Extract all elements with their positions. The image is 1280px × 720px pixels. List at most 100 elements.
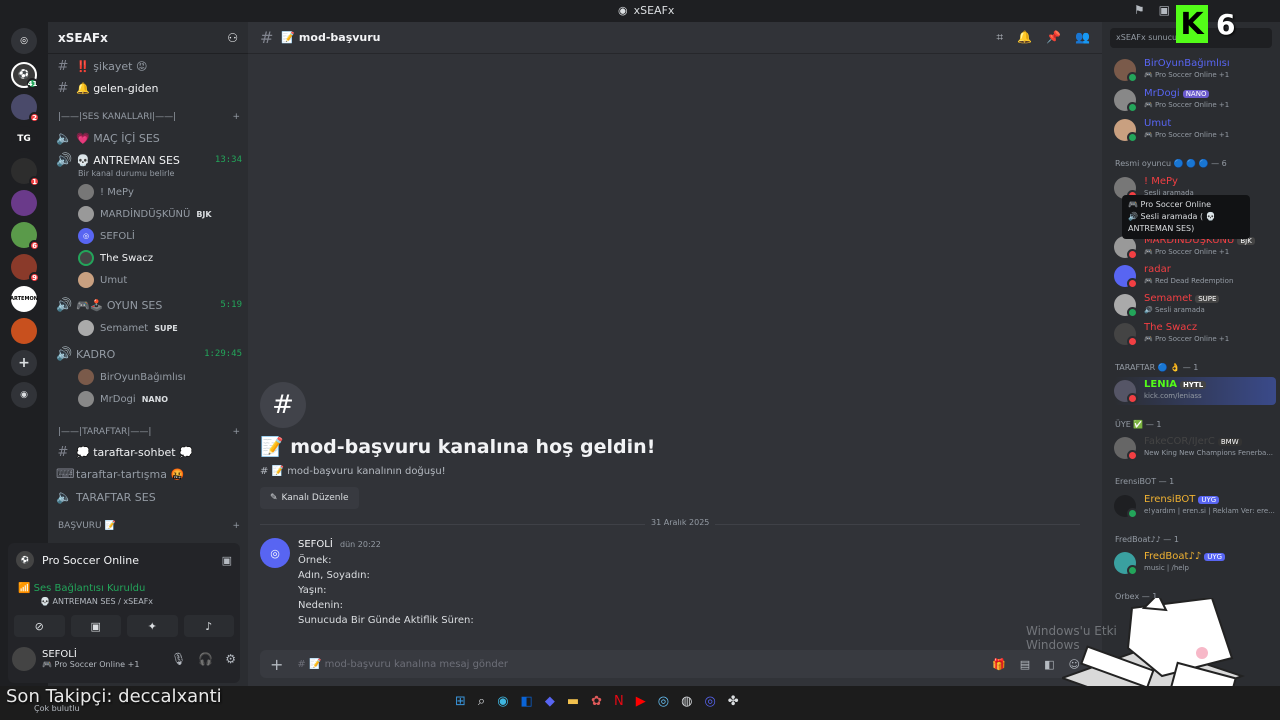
folder-icon[interactable]: ▬	[567, 694, 579, 709]
plus-icon[interactable]: +	[232, 427, 240, 441]
netflix-icon[interactable]: N	[614, 694, 624, 709]
plus-icon: +	[18, 355, 30, 371]
members-icon[interactable]: 👥	[1075, 30, 1090, 45]
server-7[interactable]: 9	[11, 254, 40, 283]
share-screen-button[interactable]: ▣	[70, 615, 121, 637]
copilot-icon[interactable]: ✿	[591, 694, 602, 709]
outlook-icon[interactable]: ◧	[521, 694, 533, 709]
title-icons: ⚑ ▣	[1134, 3, 1170, 17]
discord-icon[interactable]: ◎	[704, 694, 715, 709]
compass-icon: ◉	[20, 390, 28, 400]
voice-channel-antreman[interactable]: 🔊 💀 ANTREMAN SES 13:34	[56, 150, 242, 170]
member-item[interactable]: MrDogi NANO 🎮 Pro Soccer Online +1	[1114, 86, 1276, 114]
composer-placeholder[interactable]: # 📝 mod-başvuru kanalına mesaj gönder	[297, 659, 508, 670]
threads-icon[interactable]: ⌗	[996, 30, 1003, 45]
app-icon[interactable]: ◆	[545, 694, 555, 709]
inbox-icon[interactable]: ⚑	[1134, 3, 1145, 17]
voice-channel-mac-ici[interactable]: 🔈 💗 MAÇ İÇİ SES	[56, 128, 242, 148]
server-2[interactable]: 2	[11, 94, 40, 123]
channel-sikayet[interactable]: # ‼️ şikayet 😡	[56, 56, 242, 76]
voice-channel-oyun[interactable]: 🔊 🎮🕹️ OYUN SES 5:19	[56, 295, 242, 315]
message-line: Nedenin:	[298, 600, 343, 611]
server-artemon[interactable]: ARTEMON	[10, 286, 38, 312]
server-xseafx[interactable]: ⚽ 41	[11, 62, 38, 89]
category-basvuru[interactable]: BAŞVURU 📝 +	[58, 521, 240, 535]
gear-icon[interactable]: ⚙	[225, 652, 236, 666]
server-5[interactable]	[11, 190, 37, 216]
voice-channel-kadro[interactable]: 🔊 KADRO 1:29:45	[56, 344, 242, 364]
edge-icon[interactable]: ◉	[497, 694, 508, 709]
member-item[interactable]: FakeCOR/IJerC BMW New King New Champions …	[1114, 434, 1276, 462]
member-item[interactable]: FredBoat♪♪ UYG music | /help	[1114, 549, 1276, 577]
gift-icon[interactable]: 🎁	[992, 658, 1006, 671]
avatar	[78, 369, 94, 385]
home-button[interactable]: ◎	[11, 28, 37, 54]
member-item[interactable]: BirOyunBağımlısı 🎮 Pro Soccer Online +1	[1114, 56, 1276, 84]
bell-icon[interactable]: 🔔	[1017, 30, 1032, 45]
plus-icon[interactable]: +	[270, 655, 283, 674]
steam-icon[interactable]: ◎	[658, 694, 669, 709]
channel-gelen-giden[interactable]: # 🔔 gelen-giden	[56, 78, 242, 98]
pin-icon[interactable]: 📌	[1046, 30, 1061, 45]
discover-button[interactable]: ◉	[11, 382, 37, 408]
headphones-icon[interactable]: 🎧	[198, 652, 213, 666]
voice-channel-link[interactable]: 💀 ANTREMAN SES / xSEAFx	[40, 597, 153, 606]
avatar	[1114, 89, 1138, 113]
channel-status[interactable]: Bir kanal durumu belirle	[78, 169, 174, 178]
camera-button[interactable]: ⊘	[14, 615, 65, 637]
plus-icon[interactable]: +	[232, 521, 240, 535]
member-item[interactable]: Semamet SUPE 🔊 Sesli aramada	[1114, 291, 1276, 319]
avatar[interactable]: ◎	[260, 538, 290, 568]
message-author[interactable]: SEFOLİ	[298, 539, 333, 550]
voice-user[interactable]: ! MePy	[78, 182, 242, 202]
server-tg[interactable]: TG	[11, 126, 37, 152]
app-icon[interactable]: ◍	[681, 694, 692, 709]
channel-taraftar-sohbet[interactable]: # 💭 taraftar-sohbet 💭	[56, 442, 242, 462]
current-user[interactable]: SEFOLİ 🎮 Pro Soccer Online +1 🎙 🎧 ⚙	[12, 647, 236, 671]
voice-connected-status[interactable]: 📶 Ses Bağlantısı Kuruldu	[18, 583, 145, 594]
sticker-icon[interactable]: ◧	[1044, 658, 1054, 671]
soundboard-button[interactable]: ♪	[183, 615, 234, 637]
voice-user[interactable]: ◎ SEFOLİ	[78, 226, 242, 246]
server-9[interactable]	[11, 318, 37, 344]
member-item[interactable]: Umut 🎮 Pro Soccer Online +1	[1114, 116, 1276, 144]
youtube-icon[interactable]: ▶	[636, 694, 646, 709]
member-item[interactable]: The Swacz 🎮 Pro Soccer Online +1	[1114, 320, 1276, 348]
voice-user[interactable]: MrDogi NANO	[78, 389, 242, 409]
category-taraftar[interactable]: |——|TARAFTAR|——| +	[58, 427, 240, 441]
voice-user[interactable]: MARDİNDÜŞKÜNÜ BJK	[78, 204, 242, 224]
voice-user[interactable]: The Swacz	[78, 248, 242, 268]
voice-channel-taraftar[interactable]: 🔈 TARAFTAR SES	[56, 487, 242, 507]
windows-start-icon[interactable]: ⊞	[455, 694, 466, 709]
signal-icon: 📶	[18, 583, 31, 594]
game-icon: ⚽	[16, 551, 34, 569]
member-item[interactable]: LENIA HYTL kick.com/leniass	[1114, 377, 1276, 405]
edit-channel-button[interactable]: ✎ Kanalı Düzenle	[260, 487, 359, 509]
server-4[interactable]: 1	[11, 158, 40, 187]
server-header[interactable]: xSEAFx ⚇	[48, 22, 248, 54]
voice-user[interactable]: BirOyunBağımlısı	[78, 367, 242, 387]
member-item[interactable]: radar 🎮 Red Dead Redemption	[1114, 262, 1276, 290]
member-item[interactable]: ErensiBOT UYG e!yardım | eren.si | Reklam…	[1114, 492, 1276, 520]
avatar	[1114, 495, 1138, 519]
member-group-header: FredBoat♪♪ — 1	[1115, 535, 1179, 544]
category-ses-kanallari[interactable]: |——|SES KANALLARI|——| +	[58, 112, 240, 126]
gif-icon[interactable]: ▤	[1020, 658, 1030, 671]
search-icon[interactable]: ⌕	[478, 694, 485, 709]
channel-taraftar-tartisma[interactable]: ⌨ taraftar-tartışma 🤬	[56, 464, 242, 484]
activity-row[interactable]: ⚽ Pro Soccer Online ▣	[16, 551, 232, 569]
voice-user[interactable]: Semamet SUPE	[78, 318, 242, 338]
activities-button[interactable]: ✦	[127, 615, 178, 637]
screen-share-icon[interactable]: ▣	[222, 554, 232, 567]
avatar	[78, 391, 94, 407]
add-member-icon[interactable]: ⚇	[227, 31, 238, 45]
message-composer[interactable]: + # 📝 mod-başvuru kanalına mesaj gönder …	[260, 650, 1090, 678]
app-icon[interactable]: ✤	[728, 694, 739, 709]
voice-user[interactable]: Umut	[78, 270, 242, 290]
add-server-button[interactable]: +	[11, 350, 37, 376]
microphone-icon[interactable]: 🎙	[171, 652, 186, 666]
screen-icon[interactable]: ▣	[1159, 3, 1170, 17]
speaker-icon: 🔊	[56, 152, 73, 168]
server-6[interactable]: 6	[11, 222, 40, 251]
plus-icon[interactable]: +	[232, 112, 240, 126]
